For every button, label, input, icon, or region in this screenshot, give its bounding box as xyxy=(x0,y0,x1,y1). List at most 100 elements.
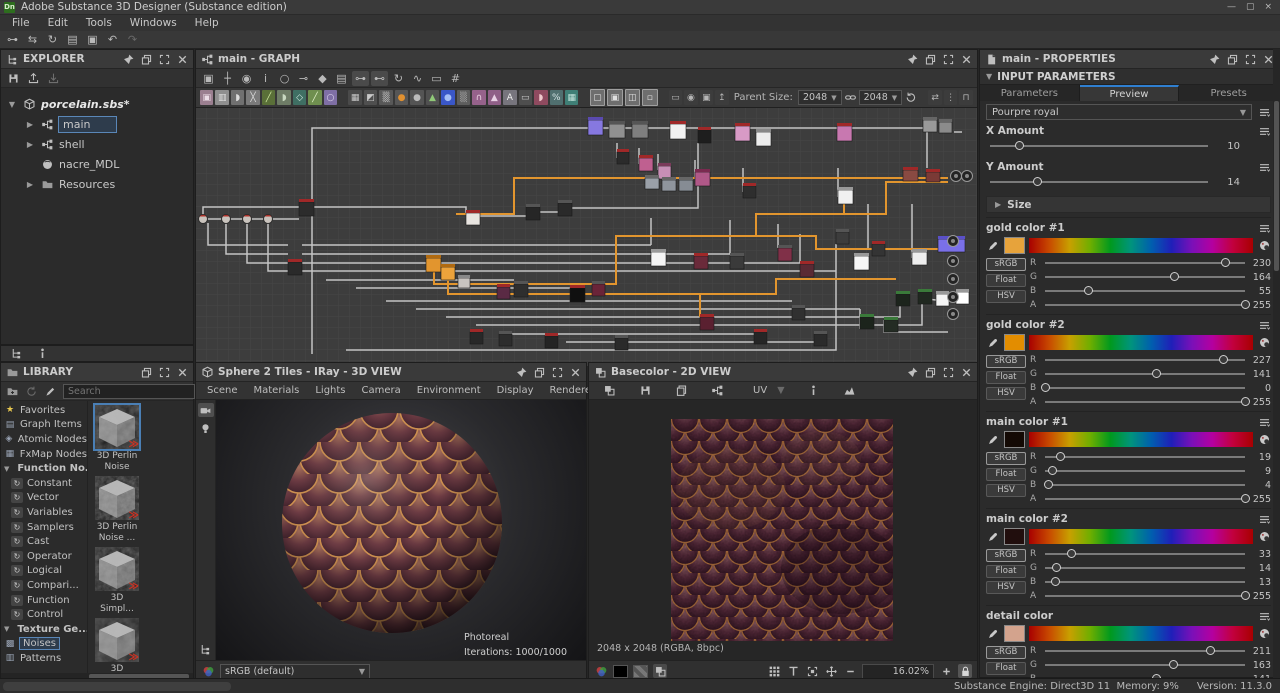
parameter-menu-icon[interactable] xyxy=(1257,105,1271,119)
color-picker-icon[interactable] xyxy=(1257,626,1271,640)
eyedropper-icon[interactable] xyxy=(986,238,1000,252)
graph-node[interactable] xyxy=(936,291,949,306)
library-category-variables[interactable]: ↻Variables xyxy=(1,505,87,520)
graph-tool-icon[interactable]: ↻ xyxy=(390,71,407,86)
graph-node[interactable] xyxy=(426,255,441,272)
graph-node[interactable] xyxy=(743,183,756,198)
graph-option-icon[interactable]: ⊓ xyxy=(959,90,972,105)
slider-handle[interactable] xyxy=(1067,549,1076,558)
graph-node[interactable] xyxy=(441,264,455,280)
image-mode-icon[interactable] xyxy=(653,664,667,678)
graph-tool-icon[interactable]: ▤ xyxy=(333,71,350,86)
node-palette-icon[interactable]: ● xyxy=(410,90,423,105)
maximize-icon[interactable] xyxy=(157,52,171,66)
scene-tree-icon[interactable] xyxy=(198,642,214,656)
chevron-icon[interactable]: ▶ xyxy=(25,140,35,149)
graph-output-node[interactable] xyxy=(948,274,959,285)
library-category-cast[interactable]: ↻Cast xyxy=(1,534,87,549)
graph-link-icon[interactable] xyxy=(703,384,731,398)
graph-node[interactable] xyxy=(912,249,927,265)
titlebar[interactable]: Dn Adobe Substance 3D Designer (Substanc… xyxy=(0,0,1280,15)
maximize-icon[interactable] xyxy=(941,365,955,379)
graph-node[interactable] xyxy=(923,117,937,132)
slider-track[interactable] xyxy=(990,181,1208,183)
pan-icon[interactable] xyxy=(824,664,838,678)
graph-node[interactable] xyxy=(651,249,666,266)
float-icon[interactable] xyxy=(139,52,153,66)
slider-track[interactable] xyxy=(1045,262,1245,264)
light-icon[interactable] xyxy=(198,421,214,435)
tree-item-shell[interactable]: ▶shell xyxy=(1,134,193,154)
tab-parameters[interactable]: Parameters xyxy=(980,85,1080,101)
node-palette-icon[interactable]: ▲ xyxy=(488,90,501,105)
eyedropper-icon[interactable] xyxy=(986,626,1000,640)
chevron-icon[interactable]: ▶ xyxy=(25,120,35,129)
graph-node[interactable] xyxy=(903,167,918,181)
node-palette-icon[interactable]: ▒ xyxy=(379,90,392,105)
parent-size-width-select[interactable]: 2048▼ xyxy=(798,90,842,105)
node-palette-icon[interactable]: ▣ xyxy=(200,90,213,105)
graph-node[interactable] xyxy=(632,121,648,138)
maximize-icon[interactable] xyxy=(550,365,564,379)
window-control-button[interactable]: × xyxy=(1264,2,1272,12)
pin-icon[interactable] xyxy=(905,365,919,379)
hue-gradient-bar[interactable] xyxy=(1029,335,1253,350)
graph-output-node[interactable] xyxy=(962,171,973,182)
import-icon[interactable] xyxy=(46,71,60,85)
slider-handle[interactable] xyxy=(1051,577,1060,586)
eyedropper-icon[interactable] xyxy=(986,432,1000,446)
graph-output-node[interactable] xyxy=(948,292,959,303)
checker-swatch[interactable] xyxy=(633,665,648,678)
slider-handle[interactable] xyxy=(1084,286,1093,295)
library-category-texture-ge-[interactable]: ▼Texture Ge... xyxy=(1,622,87,637)
slider-handle[interactable] xyxy=(1170,272,1179,281)
graph-node[interactable] xyxy=(838,187,853,204)
library-category-logical[interactable]: ↻Logical xyxy=(1,564,87,579)
slider-track[interactable] xyxy=(1045,470,1245,472)
node-palette-icon[interactable]: ╱ xyxy=(262,90,275,105)
graph-tool-icon[interactable]: ∿ xyxy=(409,71,426,86)
library-item-3d-perlin-noise-[interactable]: ≫3D Perlin Noise ... xyxy=(94,476,140,543)
node-palette-icon[interactable]: ▲ xyxy=(426,90,439,105)
graph-tool-icon[interactable]: ┼ xyxy=(219,71,236,86)
save-icon[interactable] xyxy=(6,71,20,85)
library-category-samplers[interactable]: ↻Samplers xyxy=(1,520,87,535)
graph-tool-icon[interactable]: ◆ xyxy=(314,71,331,86)
library-category-atomic-nodes[interactable]: ◈Atomic Nodes xyxy=(1,432,87,447)
view2d-header[interactable]: Basecolor - 2D VIEW xyxy=(589,363,977,382)
menu-file[interactable]: File xyxy=(4,17,38,29)
slider-handle[interactable] xyxy=(1169,660,1178,669)
parameter-menu-icon[interactable] xyxy=(1257,160,1271,174)
graph-input-node[interactable] xyxy=(222,215,231,224)
slider-handle[interactable] xyxy=(1241,300,1250,309)
graph-node[interactable] xyxy=(695,169,710,186)
graph-output-node[interactable] xyxy=(948,256,959,267)
graph-node[interactable] xyxy=(609,121,625,138)
parameter-menu-icon[interactable] xyxy=(1257,318,1271,332)
mode-button-srgb[interactable]: sRGB xyxy=(986,549,1026,562)
node-palette-icon[interactable]: ● xyxy=(395,90,408,105)
node-palette-icon[interactable]: ∩ xyxy=(472,90,485,105)
library-header[interactable]: LIBRARY xyxy=(1,363,193,382)
slider-handle[interactable] xyxy=(1241,591,1250,600)
new-folder-icon[interactable] xyxy=(6,384,19,398)
graph-node[interactable] xyxy=(658,163,671,179)
close-icon[interactable] xyxy=(959,365,973,379)
close-icon[interactable] xyxy=(175,365,189,379)
graph-node[interactable] xyxy=(288,259,302,275)
graph-input-node[interactable] xyxy=(199,215,208,224)
graph-node[interactable] xyxy=(662,177,676,191)
pin-icon[interactable] xyxy=(1207,52,1221,66)
lock-icon[interactable] xyxy=(958,664,972,678)
node-palette-icon[interactable]: ▭ xyxy=(519,90,532,105)
parent-size-height-select[interactable]: 2048▼ xyxy=(859,90,903,105)
slider-track[interactable] xyxy=(1045,373,1245,375)
graph-option-icon[interactable]: ⇄ xyxy=(928,90,941,105)
library-category-fxmap-nodes[interactable]: ▦FxMap Nodes xyxy=(1,447,87,462)
view3d-menu-environment[interactable]: Environment xyxy=(410,385,488,396)
eyedropper-icon[interactable] xyxy=(986,335,1000,349)
graph-node[interactable] xyxy=(592,281,605,296)
graph-node[interactable] xyxy=(918,289,932,304)
graph-node[interactable] xyxy=(458,275,470,288)
graph-node[interactable] xyxy=(588,117,603,135)
